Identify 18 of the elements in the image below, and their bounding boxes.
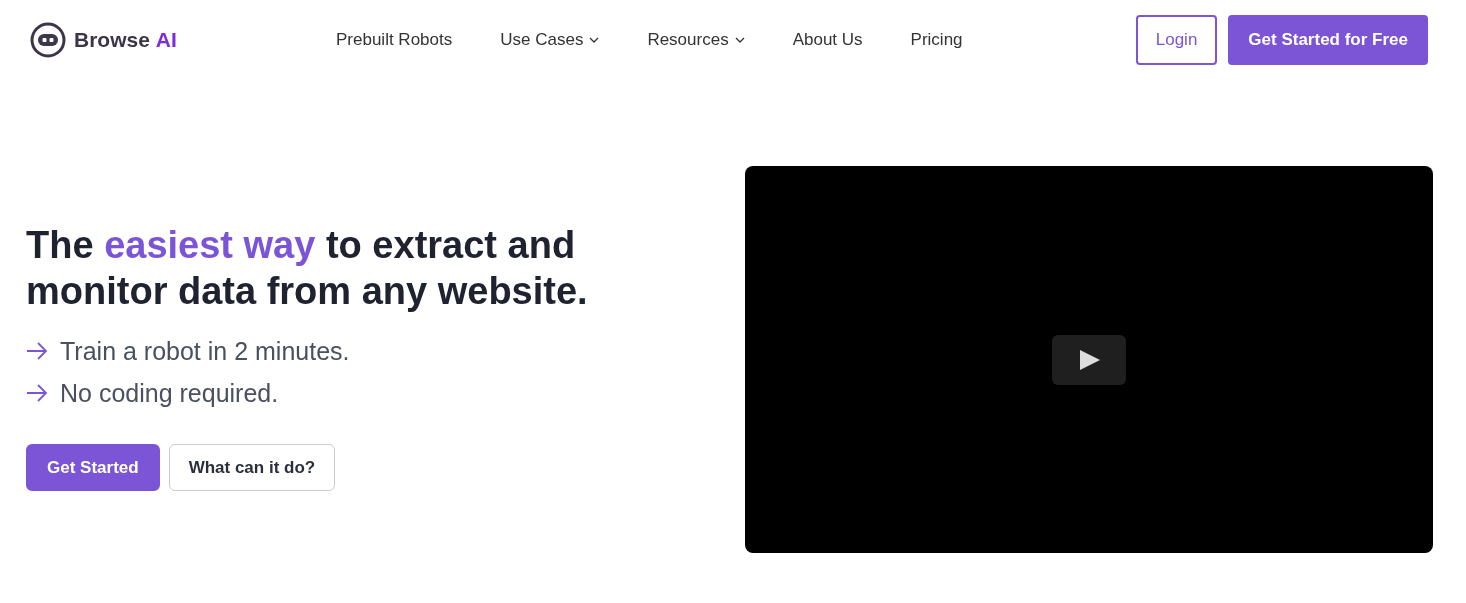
arrow-icon	[26, 384, 48, 402]
robot-logo-icon	[30, 22, 66, 58]
nav-link[interactable]: Resources	[647, 30, 745, 50]
headline: The easiest way to extract and monitor data from any website.	[26, 223, 589, 314]
nav-link[interactable]: About Us	[792, 30, 863, 50]
what-can-it-do-button[interactable]: What can it do?	[168, 444, 336, 491]
arrow-icon	[26, 342, 48, 360]
brand-name: Browse	[74, 28, 150, 52]
play-button-icon[interactable]	[1052, 334, 1126, 385]
login-button[interactable]: Login	[1135, 15, 1218, 65]
nav-link[interactable]: Use Cases	[500, 30, 600, 50]
get-started-button[interactable]: Get Started	[26, 444, 160, 491]
brand-accent: AI	[155, 28, 177, 52]
get-started-button[interactable]: Get Started for Free	[1228, 15, 1428, 65]
feature-text: No coding required.	[60, 378, 279, 408]
nav-link[interactable]: Prebuilt Robots	[336, 30, 453, 50]
feature-text: Train a robot in 2 minutes.	[60, 336, 350, 366]
nav-link[interactable]: Pricing	[910, 30, 963, 50]
